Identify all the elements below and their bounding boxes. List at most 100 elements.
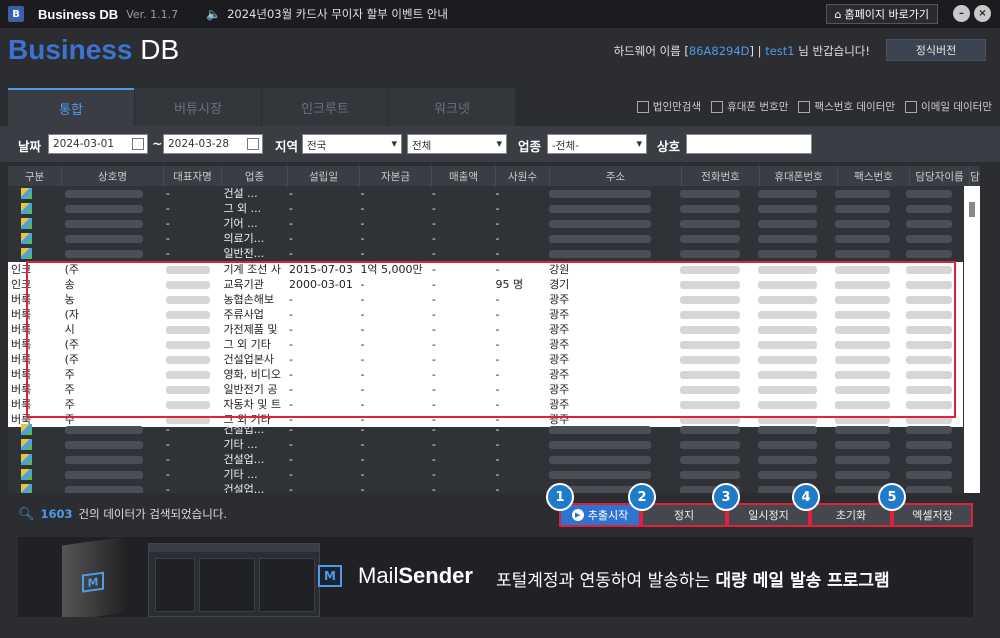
cell-fax bbox=[832, 467, 903, 482]
date-from-input[interactable]: 2024-03-01 bbox=[48, 134, 148, 154]
tab-integrated[interactable]: 통합 bbox=[8, 88, 134, 126]
table-row[interactable]: - 건설업... - - - - bbox=[8, 452, 963, 467]
col-company-name[interactable]: 상호명 bbox=[62, 166, 164, 186]
tab-bulook[interactable]: 버튜시장 bbox=[135, 88, 261, 126]
checkbox-box[interactable] bbox=[711, 100, 724, 113]
calendar-icon[interactable] bbox=[247, 138, 259, 150]
col-fax[interactable]: 팩스번호 bbox=[838, 166, 910, 186]
cell-address: 광주 bbox=[549, 338, 570, 351]
table-row[interactable]: 버룩 시 가전제품 및 - - - - 광주 bbox=[8, 322, 963, 337]
checkbox-label: 이메일 데이터만 bbox=[921, 101, 992, 113]
hw-prefix: 하드웨어 이름 [ bbox=[613, 44, 689, 58]
industry-select[interactable]: -전체- bbox=[547, 134, 647, 154]
close-button[interactable]: × bbox=[974, 5, 991, 22]
table-row[interactable]: - 그 외 ... - - - - bbox=[8, 201, 963, 216]
col-mobile[interactable]: 휴대폰번호 bbox=[760, 166, 838, 186]
cell-company-name: (주 bbox=[64, 263, 80, 276]
cell-sales: - bbox=[431, 263, 436, 276]
redacted-text bbox=[834, 401, 890, 409]
table-row[interactable]: - 건설업... - - - - bbox=[8, 422, 963, 437]
stop-button[interactable]: 정지 bbox=[641, 503, 727, 527]
cell-ceo: - bbox=[165, 468, 170, 481]
cell-phone bbox=[677, 422, 754, 437]
checkbox-box[interactable] bbox=[798, 100, 811, 113]
col-phone[interactable]: 전화번호 bbox=[682, 166, 760, 186]
subregion-select[interactable]: 전체 bbox=[407, 134, 507, 154]
date-range-tilde: ~ bbox=[152, 136, 163, 151]
redacted-text bbox=[757, 281, 818, 289]
reset-button[interactable]: 초기화 bbox=[810, 503, 892, 527]
cell-staff: - bbox=[495, 353, 500, 366]
table-row[interactable]: - 의료기... - - - - bbox=[8, 231, 963, 246]
table-row[interactable]: - 일반전... - - - - bbox=[8, 246, 963, 261]
cell-company-name bbox=[62, 467, 163, 482]
checkbox-corporate-only[interactable]: 법인만검색 bbox=[636, 99, 701, 114]
table-row[interactable]: 인크 (주 기계 조선 사 2015-07-03 1억 5,000만 - - 강원 bbox=[8, 262, 963, 277]
vertical-scrollbar[interactable] bbox=[964, 186, 980, 493]
date-to-input[interactable]: 2024-03-28 bbox=[163, 134, 263, 154]
cell-capital: - bbox=[360, 308, 365, 321]
minimize-button[interactable]: – bbox=[953, 5, 970, 22]
mailsender-ad-banner[interactable]: M M MailSender 포털계정과 연동하여 발송하는 대량 메일 발송 … bbox=[18, 537, 973, 617]
table-row[interactable]: 버룩 (주 그 외 기타 - - - - 광주 bbox=[8, 337, 963, 352]
excel-save-button[interactable]: 엑셀저장 bbox=[892, 503, 973, 527]
table-row[interactable]: 버룩 주 자동차 및 트 - - - - 광주 bbox=[8, 397, 963, 412]
redacted-text bbox=[680, 235, 740, 243]
redacted-text bbox=[680, 220, 740, 228]
cell-ceo: - bbox=[165, 423, 170, 436]
company-name-input[interactable] bbox=[686, 134, 812, 154]
cell-fax bbox=[832, 322, 903, 337]
cell-mobile bbox=[755, 422, 832, 437]
start-extract-button[interactable]: ▶ 추출시작 bbox=[559, 503, 641, 527]
table-row[interactable]: - 건설 ... - - - - bbox=[8, 186, 963, 201]
source-tabs: 통합 버튜시장 인크루트 워크넷 bbox=[8, 88, 516, 126]
col-capital[interactable]: 자본금 bbox=[360, 166, 432, 186]
redacted-text bbox=[165, 266, 210, 274]
calendar-icon[interactable] bbox=[132, 138, 144, 150]
cell-industry: 기타 ... bbox=[223, 468, 258, 481]
col-manager[interactable]: 담당자이름 bbox=[910, 166, 970, 186]
cell-capital: - bbox=[360, 353, 365, 366]
cell-staff: - bbox=[495, 323, 500, 336]
cell-phone bbox=[677, 367, 754, 382]
cell-sales: - bbox=[431, 468, 436, 481]
table-row[interactable]: 버룩 농 농협손해보 - - - - 광주 bbox=[8, 292, 963, 307]
checkbox-box[interactable] bbox=[905, 100, 918, 113]
cell-manager bbox=[903, 337, 963, 352]
cell-manager bbox=[903, 322, 963, 337]
table-row[interactable]: - 기타 ... - - - - bbox=[8, 437, 963, 452]
redacted-text bbox=[165, 281, 210, 289]
col-sales[interactable]: 매출액 bbox=[432, 166, 496, 186]
checkbox-box[interactable] bbox=[636, 100, 649, 113]
col-address[interactable]: 주소 bbox=[550, 166, 682, 186]
table-row[interactable]: 버룩 주 영화, 비디오 - - - - 광주 bbox=[8, 367, 963, 382]
col-ceo[interactable]: 대표자명 bbox=[164, 166, 222, 186]
col-staff[interactable]: 사원수 bbox=[496, 166, 550, 186]
col-type[interactable]: 구분 bbox=[8, 166, 62, 186]
checkbox-fax-only[interactable]: 팩스번호 데이터만 bbox=[798, 99, 895, 114]
redacted-text bbox=[680, 371, 740, 379]
table-row[interactable]: 버룩 (주 건설업본사 - - - - 광주 bbox=[8, 352, 963, 367]
table-row[interactable]: 버룩 주 일반전기 공 - - - - 광주 bbox=[8, 382, 963, 397]
checkbox-email-only[interactable]: 이메일 데이터만 bbox=[905, 99, 992, 114]
table-row[interactable]: - 기타 ... - - - - bbox=[8, 467, 963, 482]
tab-worknet[interactable]: 워크넷 bbox=[389, 88, 515, 126]
license-button[interactable]: 정식버전 bbox=[886, 39, 986, 61]
region-select[interactable]: 전국 bbox=[302, 134, 402, 154]
table-row[interactable]: 인크 송 교육기관 2000-03-01- -95 명 경기 bbox=[8, 277, 963, 292]
col-industry[interactable]: 업종 bbox=[222, 166, 288, 186]
tab-incruit[interactable]: 인크루트 bbox=[262, 88, 388, 126]
cell-ceo: - bbox=[165, 187, 170, 200]
col-more[interactable]: 담 bbox=[970, 166, 980, 186]
cell-manager bbox=[903, 437, 963, 452]
notice-text[interactable]: 2024년03월 카드사 무이자 할부 이벤트 안내 bbox=[227, 6, 448, 22]
scrollbar-thumb[interactable] bbox=[969, 202, 975, 217]
cell-phone bbox=[677, 397, 754, 412]
table-row[interactable]: 버룩 (자 주류사업 - - - - 광주 bbox=[8, 307, 963, 322]
table-row[interactable]: - 기어 ... - - - - bbox=[8, 216, 963, 231]
col-founded[interactable]: 설립일 bbox=[288, 166, 360, 186]
checkbox-mobile-only[interactable]: 휴대폰 번호만 bbox=[711, 99, 788, 114]
homepage-button[interactable]: ⌂ 홈페이지 바로가기 bbox=[825, 4, 938, 24]
cell-sales: - bbox=[431, 338, 436, 351]
table-row[interactable]: - 건설업... - - - - bbox=[8, 482, 963, 493]
